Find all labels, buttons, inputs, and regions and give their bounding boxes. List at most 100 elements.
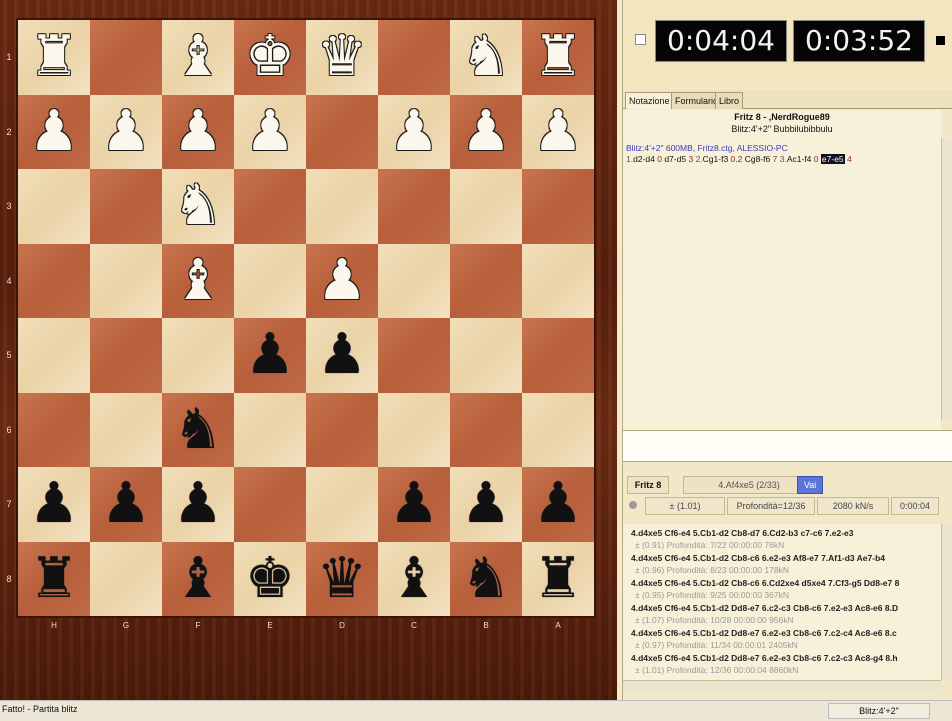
board-square[interactable]: ♟ [234,94,306,169]
white-knight-piece[interactable]: ♞ [173,178,223,234]
board-square[interactable]: ♞ [162,169,234,244]
white-pawn-piece[interactable]: ♟ [29,103,79,160]
board-square[interactable]: ♟ [450,94,522,169]
black-queen-piece[interactable]: ♛ [317,550,367,607]
board-square[interactable] [378,318,450,393]
analysis-line[interactable]: 4.d4xe5 Cf6-e4 5.Cb1-d2 Cb8-c6 6.Cd2xe4 … [631,578,899,588]
move[interactable]: Ac1-f4 [787,154,812,164]
notation-pane[interactable]: Fritz 8 - ,NerdRogue89 Blitz:4'+2" Bubbi… [623,110,941,430]
board-square[interactable] [378,392,450,467]
move[interactable]: d2-d4 [633,154,655,164]
black-pawn-piece[interactable]: ♟ [317,327,367,383]
board-square[interactable] [18,318,90,393]
board-square[interactable] [522,392,594,467]
white-knight-piece[interactable]: ♞ [461,29,511,85]
board-square[interactable]: ♟ [90,94,162,169]
board-square[interactable]: ♞ [162,392,234,467]
board-square[interactable] [90,169,162,244]
board-square[interactable]: ♟ [378,467,450,542]
board-square[interactable] [378,169,450,244]
board-square[interactable] [18,392,90,467]
analysis-line[interactable]: 4.d4xe5 Cf6-e4 5.Cb1-d2 Dd8-e7 6.e2-e3 C… [631,653,898,663]
board-square[interactable] [450,318,522,393]
black-pawn-piece[interactable]: ♟ [29,476,79,532]
board-square[interactable] [522,243,594,318]
move[interactable]: Cg8-f6 [745,154,771,164]
analysis-line[interactable]: 4.d4xe5 Cf6-e4 5.Cb1-d2 Cb8-c6 6.e2-e3 A… [631,553,885,563]
board-square[interactable]: ♝ [378,541,450,616]
move[interactable]: d7-d5 [664,154,686,164]
clock-checkbox[interactable] [635,34,646,45]
board-square[interactable] [234,169,306,244]
black-pawn-piece[interactable]: ♟ [389,476,439,532]
black-pawn-piece[interactable]: ♟ [173,476,223,532]
board-square[interactable] [90,392,162,467]
board-square[interactable]: ♟ [306,243,378,318]
board-square[interactable]: ♟ [522,94,594,169]
board-square[interactable] [18,169,90,244]
board-square[interactable]: ♟ [234,318,306,393]
black-pawn-piece[interactable]: ♟ [461,476,511,532]
analysis-vertical-scrollbar[interactable] [941,524,952,680]
chessboard[interactable]: ♜ ♝ ♚ ♛ ♞ ♜ ♟ ♟ ♟ ♟ ♟ ♟ ♟ ♞ ♝ ♟ ♟ ♟ ♞ ♟ ♟ ♟ ♟ ♟ ♟ ♜ ♝ ♚ ♛ ♝ ♞ ♜ [18,20,594,616]
board-square[interactable] [234,392,306,467]
white-pawn-piece[interactable]: ♟ [461,103,511,160]
board-square[interactable]: ♛ [306,541,378,616]
board-square[interactable] [234,243,306,318]
board-square[interactable] [522,318,594,393]
board-square[interactable] [306,169,378,244]
white-bishop-piece[interactable]: ♝ [173,252,223,309]
board-square[interactable] [306,467,378,542]
black-knight-piece[interactable]: ♞ [461,550,511,607]
board-square[interactable] [90,541,162,616]
board-square[interactable] [378,20,450,95]
white-rook-piece[interactable]: ♜ [533,29,583,85]
board-square[interactable] [306,392,378,467]
black-rook-piece[interactable]: ♜ [533,550,583,607]
white-king-piece[interactable]: ♚ [245,29,295,85]
board-square[interactable]: ♝ [162,243,234,318]
board-square[interactable]: ♚ [234,541,306,616]
engine-status-icon[interactable] [629,501,637,509]
board-square[interactable] [234,467,306,542]
white-rook-piece[interactable]: ♜ [29,29,79,85]
black-pawn-piece[interactable]: ♟ [101,476,151,532]
black-king-piece[interactable]: ♚ [245,550,295,607]
board-square[interactable] [450,392,522,467]
board-square[interactable] [162,318,234,393]
notation-scrollbar[interactable] [941,138,952,420]
white-pawn-piece[interactable]: ♟ [533,103,583,160]
move[interactable]: e7-e5 [820,154,845,164]
black-pawn-piece[interactable]: ♟ [245,327,295,383]
board-square[interactable]: ♟ [306,318,378,393]
board-square[interactable]: ♟ [378,94,450,169]
board-square[interactable] [378,243,450,318]
board-square[interactable]: ♟ [162,94,234,169]
board-square[interactable] [18,243,90,318]
white-bishop-piece[interactable]: ♝ [173,29,223,85]
analysis-line[interactable]: 4.d4xe5 Cf6-e4 5.Cb1-d2 Cb8-d7 6.Cd2-b3 … [631,528,854,538]
white-pawn-piece[interactable]: ♟ [245,103,295,160]
white-pawn-piece[interactable]: ♟ [173,103,223,160]
board-square[interactable]: ♜ [18,20,90,95]
board-square[interactable]: ♟ [18,94,90,169]
tab-libro[interactable]: Libro [715,92,744,109]
board-square[interactable] [522,169,594,244]
board-square[interactable] [90,318,162,393]
board-square[interactable]: ♟ [18,467,90,542]
board-square[interactable] [450,169,522,244]
board-square[interactable]: ♟ [450,467,522,542]
white-pawn-piece[interactable]: ♟ [317,252,367,309]
board-square[interactable]: ♞ [450,20,522,95]
board-square[interactable]: ♜ [522,20,594,95]
board-square[interactable] [90,243,162,318]
black-knight-piece[interactable]: ♞ [173,401,223,458]
white-pawn-piece[interactable]: ♟ [389,103,439,160]
engine-name[interactable]: Fritz 8 [627,476,669,494]
black-bishop-piece[interactable]: ♝ [389,550,439,607]
comment-input[interactable] [623,430,952,462]
board-square[interactable]: ♚ [234,20,306,95]
board-square[interactable]: ♞ [450,541,522,616]
black-pawn-piece[interactable]: ♟ [533,476,583,532]
white-pawn-piece[interactable]: ♟ [101,103,151,160]
